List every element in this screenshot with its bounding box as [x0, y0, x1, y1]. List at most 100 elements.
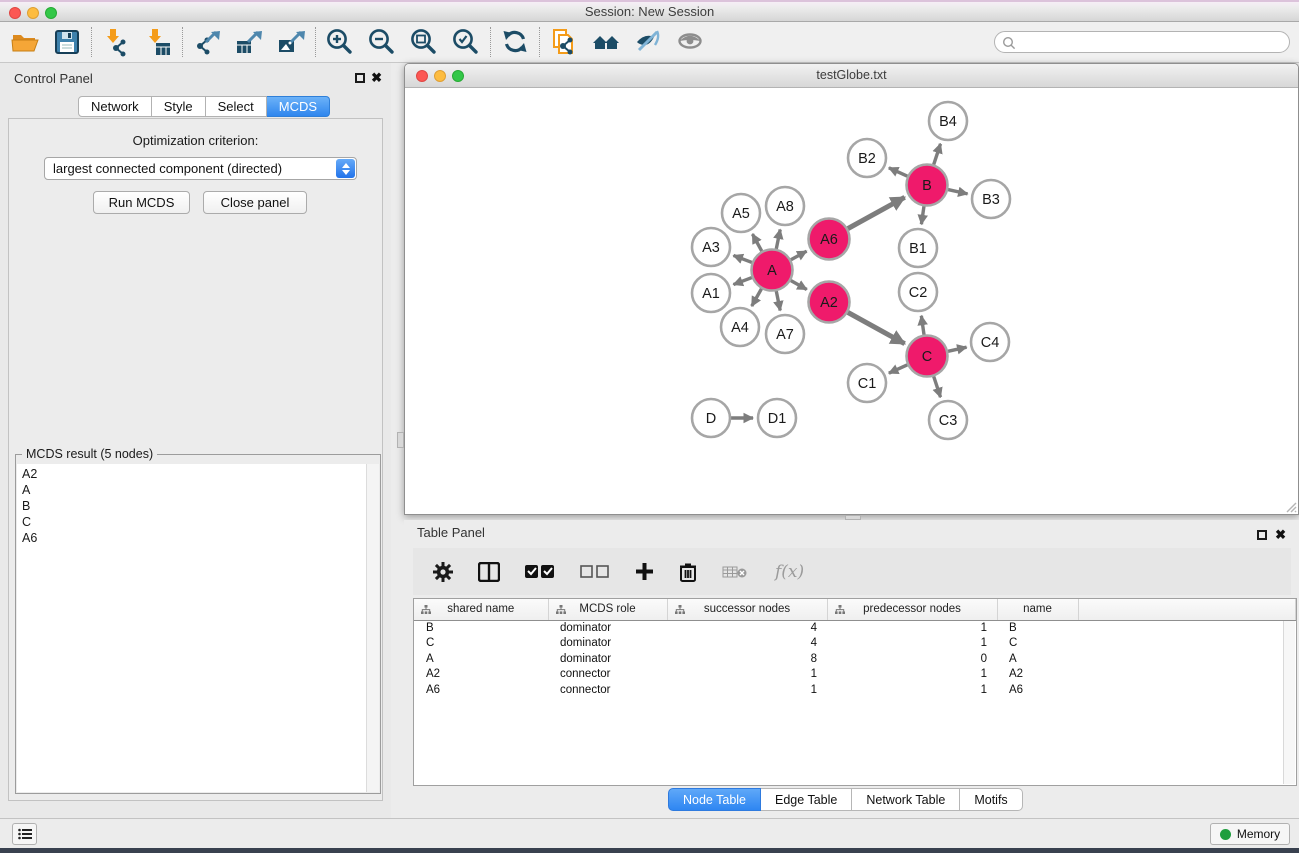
graph-edge-C-C2[interactable]	[921, 316, 924, 335]
minimize-window-light[interactable]	[27, 7, 39, 19]
table-row[interactable]: Adominator80A	[414, 651, 1296, 667]
network-close-light[interactable]	[416, 70, 428, 82]
table-panel-float-icon[interactable]	[1257, 530, 1267, 540]
graph-node-A5[interactable]: A5	[722, 194, 760, 232]
export-network-icon[interactable]	[186, 24, 228, 60]
column-header-name[interactable]: name	[997, 599, 1078, 620]
zoom-in-icon[interactable]	[319, 24, 361, 60]
graph-node-B3[interactable]: B3	[972, 180, 1010, 218]
run-mcds-button[interactable]: Run MCDS	[93, 191, 190, 214]
column-header-successor-nodes[interactable]: successor nodes	[667, 599, 827, 620]
export-table-icon[interactable]	[228, 24, 270, 60]
column-header-shared-name[interactable]: shared name	[414, 599, 548, 620]
network-from-file-icon[interactable]	[543, 24, 585, 60]
tab-network[interactable]: Network	[78, 96, 152, 117]
save-session-icon[interactable]	[46, 24, 88, 60]
graph-edge-A-A4[interactable]	[752, 289, 762, 306]
graph-edge-A-A8[interactable]	[776, 230, 780, 249]
graph-node-A6[interactable]: A6	[809, 219, 850, 260]
mcds-result-item[interactable]: A	[17, 482, 379, 498]
graph-edge-A-A3[interactable]	[733, 255, 751, 262]
graph-node-B4[interactable]: B4	[929, 102, 967, 140]
delete-column-icon[interactable]	[679, 562, 697, 582]
graph-node-A[interactable]: A	[752, 250, 793, 291]
vertical-splitter-handle[interactable]	[397, 432, 404, 448]
graph-node-A1[interactable]: A1	[692, 274, 730, 312]
delete-table-icon[interactable]	[722, 564, 748, 580]
refresh-icon[interactable]	[494, 24, 536, 60]
zoom-window-light[interactable]	[45, 7, 57, 19]
tab-node-table[interactable]: Node Table	[668, 788, 761, 811]
import-network-icon[interactable]	[95, 24, 137, 60]
hide-eye-icon[interactable]	[627, 24, 669, 60]
graph-node-B[interactable]: B	[907, 165, 948, 206]
show-eye-icon[interactable]	[669, 24, 711, 60]
graph-node-A3[interactable]: A3	[692, 228, 730, 266]
table-scrollbar[interactable]	[1283, 621, 1295, 784]
split-view-icon[interactable]	[478, 562, 500, 582]
gear-icon[interactable]	[433, 562, 453, 582]
graph-edge-C-C4[interactable]	[948, 347, 967, 351]
graph-edge-C-C3[interactable]	[934, 376, 941, 397]
tab-style[interactable]: Style	[152, 96, 206, 117]
graph-edge-A-A1[interactable]	[733, 278, 751, 285]
control-panel-float-icon[interactable]	[355, 73, 365, 83]
zoom-out-icon[interactable]	[361, 24, 403, 60]
tab-motifs[interactable]: Motifs	[960, 788, 1022, 811]
graph-edge-B-B2[interactable]	[889, 168, 908, 176]
graph-edge-A-A5[interactable]	[752, 234, 761, 251]
graph-node-A2[interactable]: A2	[809, 282, 850, 323]
memory-button[interactable]: Memory	[1210, 823, 1290, 845]
graph-node-C2[interactable]: C2	[899, 273, 937, 311]
column-header-predecessor-nodes[interactable]: predecessor nodes	[827, 599, 997, 620]
graph-node-D1[interactable]: D1	[758, 399, 796, 437]
graph-edge-A2-C[interactable]	[848, 312, 905, 343]
graph-edge-B-B4[interactable]	[934, 144, 941, 165]
graph-edge-A-A2[interactable]	[791, 281, 807, 290]
graph-node-C[interactable]: C	[907, 336, 948, 377]
network-zoom-light[interactable]	[452, 70, 464, 82]
graph-node-B2[interactable]: B2	[848, 139, 886, 177]
tab-edge-table[interactable]: Edge Table	[761, 788, 852, 811]
resize-grip-icon[interactable]	[1283, 499, 1297, 513]
mcds-result-item[interactable]: A2	[17, 466, 379, 482]
search-input[interactable]	[1019, 33, 1279, 51]
network-canvas[interactable]: B4B2BB3A8A5A6A3B1AC2A1A2A4A7C4CC1DD1C3	[405, 88, 1298, 514]
graph-node-A8[interactable]: A8	[766, 187, 804, 225]
mcds-result-item[interactable]: B	[17, 498, 379, 514]
column-header-MCDS-role[interactable]: MCDS role	[548, 599, 667, 620]
graph-edge-A-A6[interactable]	[791, 251, 807, 260]
graph-node-C1[interactable]: C1	[848, 364, 886, 402]
table-row[interactable]: A2connector11A2	[414, 667, 1296, 683]
mcds-result-item[interactable]: A6	[17, 530, 379, 546]
task-history-button[interactable]	[12, 823, 37, 845]
function-icon[interactable]: f(x)	[773, 561, 807, 583]
graph-node-A7[interactable]: A7	[766, 315, 804, 353]
table-row[interactable]: A6connector11A6	[414, 682, 1296, 698]
tab-network-table[interactable]: Network Table	[852, 788, 960, 811]
control-panel-close-icon[interactable]: ✖	[371, 70, 382, 86]
graph-edge-A6-B[interactable]	[848, 197, 905, 228]
zoom-selected-icon[interactable]	[445, 24, 487, 60]
home-icon[interactable]	[585, 24, 627, 60]
graph-edge-B-B1[interactable]	[921, 206, 924, 224]
graph-node-C3[interactable]: C3	[929, 401, 967, 439]
add-column-icon[interactable]	[635, 562, 654, 581]
table-panel-close-icon[interactable]: ✖	[1275, 527, 1286, 543]
close-panel-button[interactable]: Close panel	[203, 191, 307, 214]
graph-node-B1[interactable]: B1	[899, 229, 937, 267]
import-table-icon[interactable]	[137, 24, 179, 60]
table-row[interactable]: Bdominator41B	[414, 620, 1296, 636]
optimization-criterion-dropdown[interactable]: largest connected component (directed)	[44, 157, 357, 180]
tab-select[interactable]: Select	[206, 96, 267, 117]
network-minimize-light[interactable]	[434, 70, 446, 82]
mcds-result-scrollbar[interactable]	[366, 464, 379, 792]
select-all-icon[interactable]	[525, 563, 555, 581]
graph-node-C4[interactable]: C4	[971, 323, 1009, 361]
graph-edge-A-A7[interactable]	[776, 291, 780, 310]
tab-mcds[interactable]: MCDS	[267, 96, 330, 117]
graph-edge-C-C1[interactable]	[889, 365, 908, 373]
zoom-fit-icon[interactable]	[403, 24, 445, 60]
graph-node-A4[interactable]: A4	[721, 308, 759, 346]
open-file-icon[interactable]	[4, 24, 46, 60]
